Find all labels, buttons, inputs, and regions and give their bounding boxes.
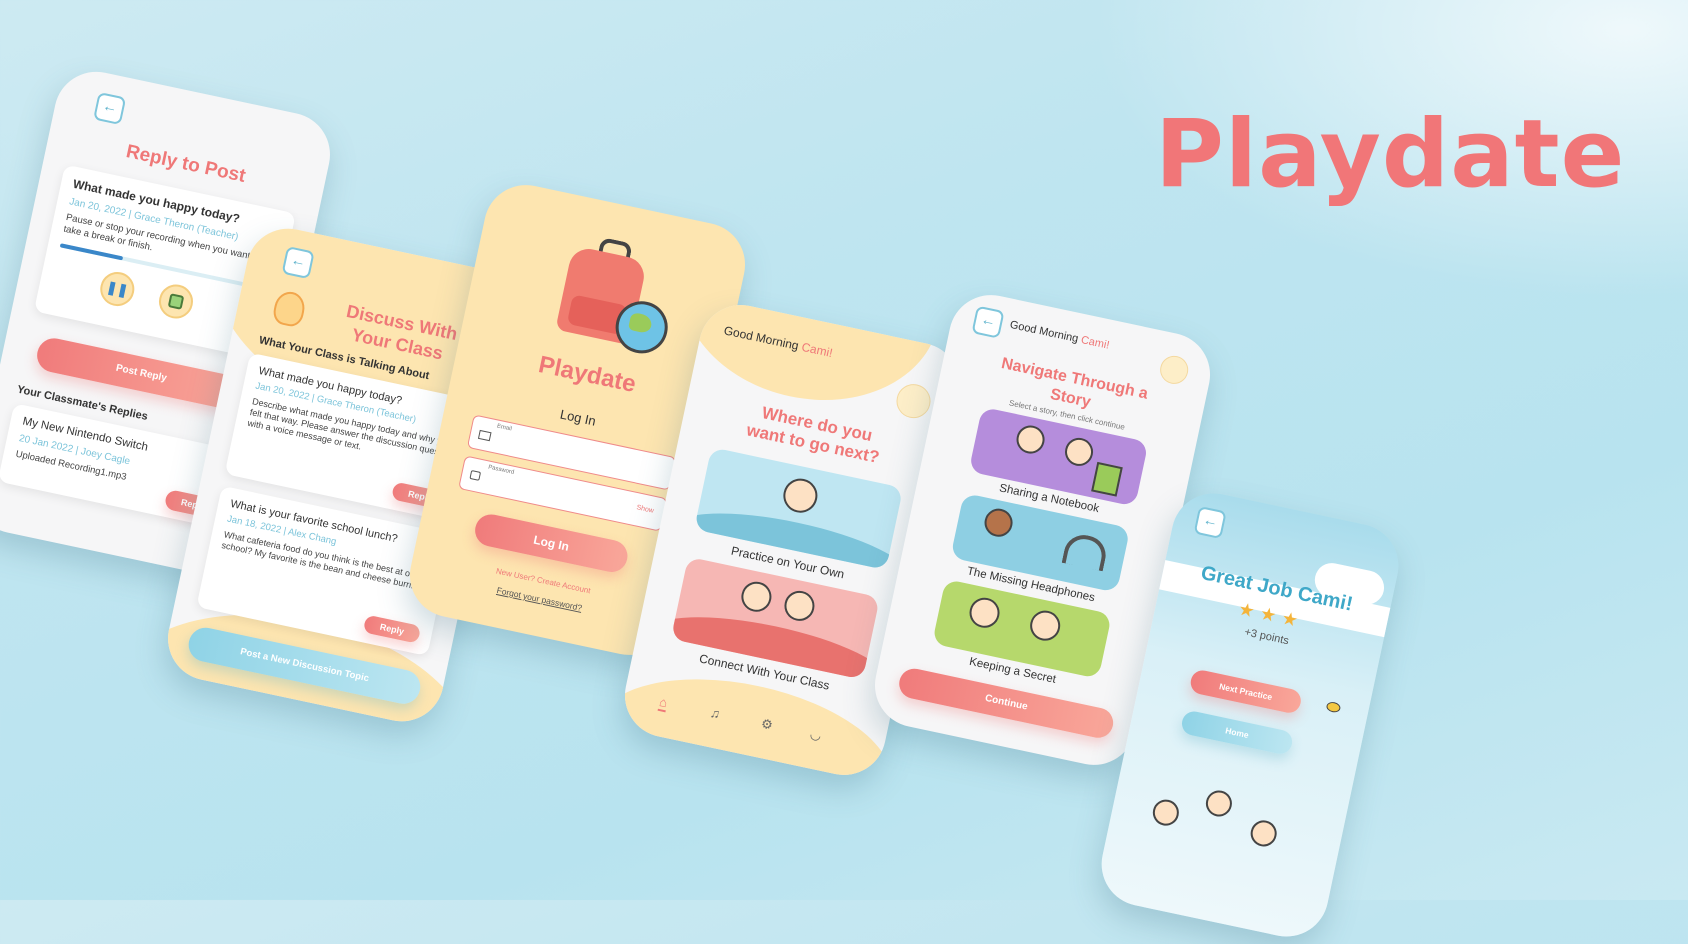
greeting-text: Good Morning	[1008, 318, 1080, 346]
arrow-left-icon: ←	[1201, 511, 1220, 531]
next-practice-button[interactable]: Next Practice	[1188, 668, 1304, 715]
avatar[interactable]	[1157, 353, 1191, 387]
headphones-icon	[1061, 531, 1110, 572]
show-password-toggle[interactable]: Show	[636, 504, 655, 514]
kids-celebrating-illustration	[1134, 766, 1319, 889]
back-button[interactable]: ←	[93, 91, 127, 126]
back-button[interactable]: ←	[971, 305, 1005, 339]
greeting: Good Morning Cami!	[1009, 319, 1111, 352]
stop-button[interactable]	[155, 281, 197, 322]
back-button[interactable]: ←	[1193, 505, 1227, 540]
reply-button[interactable]: Reply	[362, 614, 422, 644]
secret-kid-2	[1027, 607, 1063, 644]
home-button[interactable]: Home	[1179, 709, 1295, 757]
notebook-kid-2	[1062, 435, 1096, 469]
kid-3	[1248, 818, 1280, 849]
arrow-left-icon: ←	[289, 251, 308, 272]
profile-icon[interactable]: ◡	[808, 726, 823, 744]
user-name: Cami!	[1079, 334, 1111, 352]
secret-kid-1	[966, 594, 1003, 631]
kid-2	[1203, 788, 1235, 819]
notebook-kid-1	[1013, 422, 1048, 457]
arrow-left-icon: ←	[100, 97, 120, 117]
brand-title: Playdate	[1155, 100, 1626, 209]
home-icon[interactable]: ⌂	[657, 694, 669, 713]
pause-icon: ❚❚	[105, 278, 130, 299]
connect-kids-illustration-2	[781, 588, 818, 624]
password-label: Password	[487, 464, 515, 476]
kid-1	[1150, 797, 1182, 829]
connect-kids-illustration	[738, 578, 775, 615]
notebook-icon	[1091, 461, 1123, 497]
stop-icon	[167, 293, 185, 310]
bee-icon	[1325, 700, 1342, 714]
arrow-left-icon: ←	[979, 310, 998, 331]
back-button[interactable]: ←	[281, 246, 315, 280]
continue-button[interactable]: Continue	[896, 665, 1116, 741]
headphones-kid	[981, 506, 1016, 540]
lock-icon	[469, 470, 482, 481]
globe-land	[627, 311, 654, 335]
star-icon: ★	[1279, 607, 1306, 632]
mail-icon	[477, 429, 492, 442]
gear-icon[interactable]: ⚙	[760, 716, 775, 734]
email-label: Email	[496, 423, 513, 433]
avatar[interactable]	[893, 380, 934, 422]
bell-icon[interactable]: ♫	[709, 705, 722, 722]
practice-kid-illustration	[780, 475, 821, 516]
pause-button[interactable]: ❚❚	[97, 268, 138, 310]
